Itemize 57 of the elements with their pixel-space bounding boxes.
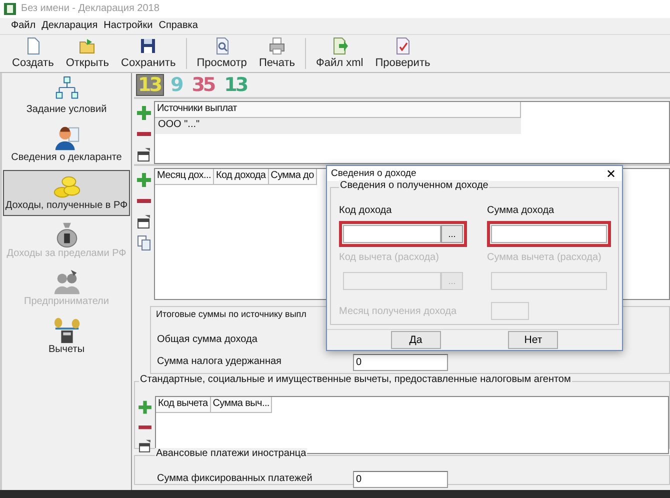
floppy-icon <box>139 36 158 55</box>
folder-icon <box>78 36 96 55</box>
sidebar-item[interactable]: Вычеты <box>3 314 130 360</box>
toolbar-button[interactable]: Просмотр <box>190 35 253 72</box>
column-header[interactable]: Код вычета <box>156 397 211 413</box>
close-button[interactable]: ✕ <box>600 168 622 180</box>
column-header[interactable]: Код дохода <box>214 169 269 185</box>
browse-button[interactable]: ... <box>441 225 463 244</box>
edit-icon[interactable] <box>136 214 152 230</box>
table-cell: ООО "..." <box>155 118 521 134</box>
column-header[interactable]: Источники выплат <box>155 102 521 118</box>
toolbar-button[interactable]: Печать <box>252 35 301 72</box>
checked-page-icon <box>394 36 412 55</box>
group-title: Сведения о полученном доходе <box>339 180 490 192</box>
printer-icon <box>268 36 286 55</box>
group-title: Итоговые суммы по источнику выпл <box>155 309 308 320</box>
field-label: Месяц получения дохода <box>339 304 458 318</box>
plus-icon[interactable] <box>136 172 152 188</box>
dialog-button[interactable]: Нет <box>508 331 558 350</box>
menu-item[interactable]: Справка <box>156 20 201 32</box>
sidebar-item[interactable]: Задание условий <box>3 74 130 120</box>
column-header[interactable]: Месяц дох... <box>155 169 214 185</box>
field-label: Сумма вычета (расхода) <box>487 251 602 264</box>
toolbar-button[interactable]: Файл xml <box>310 35 370 72</box>
input-field[interactable]: 0 <box>353 354 448 370</box>
field-label: Код вычета (расхода) <box>339 251 440 264</box>
toolbar-button[interactable]: Открыть <box>60 35 116 72</box>
sidebar-item[interactable]: Доходы, полученные в РФ <box>3 170 130 216</box>
input-field[interactable]: 0 <box>353 470 448 488</box>
group-title: Авансовые платежи иностранца <box>155 448 308 460</box>
field-label: Сумма фиксированных платежей <box>156 473 314 485</box>
column-header[interactable]: Сумма до <box>268 169 317 185</box>
field-label: Код дохода <box>339 204 393 218</box>
dialog-title: Сведения о доходе <box>331 168 416 180</box>
toolbar-button[interactable]: Создать <box>6 35 60 72</box>
toolbar-button[interactable]: Сохранить <box>115 35 182 72</box>
export-page-icon <box>330 36 349 55</box>
edit-icon[interactable] <box>137 439 153 454</box>
plus-icon[interactable] <box>136 105 152 121</box>
field-label: Общая сумма дохода <box>156 334 258 346</box>
app-logo-icon <box>3 2 17 16</box>
copy-icon[interactable] <box>136 235 152 251</box>
edit-icon[interactable] <box>136 147 152 163</box>
group-title: Стандартные, социальные и имущественные вычеты, предоставленные налоговым агентом <box>139 374 572 386</box>
field-label: Сумма налога удержанная <box>156 356 282 368</box>
toolbar-button[interactable]: Проверить <box>369 35 436 72</box>
menu-item[interactable]: Файл <box>8 20 39 32</box>
field-label: Сумма дохода <box>487 204 556 218</box>
menu-item[interactable]: Декларация <box>38 20 101 32</box>
dialog-button[interactable]: Да <box>390 331 441 350</box>
input-field[interactable] <box>491 225 607 244</box>
column-header[interactable]: Сумма выч... <box>210 397 272 413</box>
window-title: Без имени - Декларация 2018 <box>21 3 160 15</box>
menu-item[interactable]: Настройки <box>100 20 156 32</box>
input-field[interactable] <box>343 225 441 244</box>
plus-icon[interactable] <box>137 400 153 415</box>
sidebar-item[interactable]: Сведения о декларанте <box>3 122 130 168</box>
